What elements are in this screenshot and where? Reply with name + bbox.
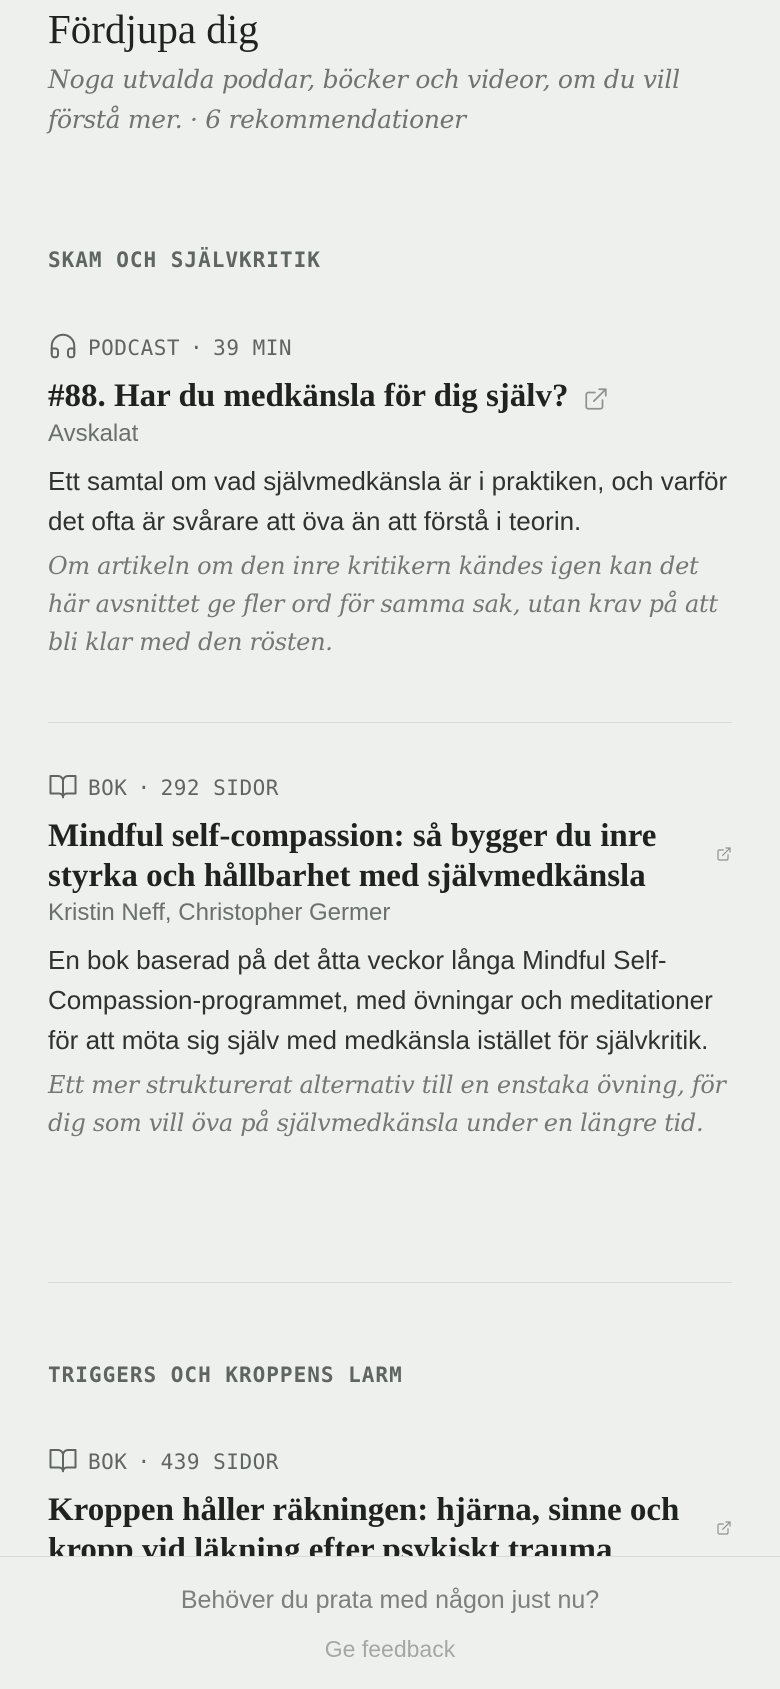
item-meta: PODCAST · 39 MIN [48, 332, 732, 364]
item-length: 439 SIDOR [160, 1450, 279, 1474]
external-link-icon[interactable] [716, 846, 732, 867]
recommendation-card: PODCAST · 39 MIN #88. Har du medkänsla f… [48, 332, 732, 661]
book-icon [48, 771, 88, 806]
external-link-icon[interactable] [583, 386, 609, 417]
external-link-icon[interactable] [716, 1520, 732, 1541]
recommendation-card: BOK · 439 SIDOR Kroppen håller räkningen… [48, 1446, 732, 1570]
item-kind: BOK [88, 776, 128, 800]
page-title: Fördjupa dig [48, 6, 259, 52]
item-description: Ett samtal om vad självmedkänsla är i pr… [48, 466, 728, 537]
item-meta: BOK · 292 SIDOR [48, 772, 732, 804]
item-title[interactable]: Mindful self-compassion: så bygger du in… [48, 816, 688, 896]
headphones-icon [48, 331, 88, 366]
item-kind: PODCAST [88, 336, 181, 360]
help-footer: Behöver du prata med någon just nu? Ge f… [0, 1556, 780, 1689]
help-link[interactable]: Behöver du prata med någon just nu? [0, 1583, 780, 1617]
item-title[interactable]: #88. Har du medkänsla för dig själv? [48, 378, 568, 414]
meta-separator: · [137, 776, 151, 800]
item-note: Om artikeln om den inre kritikern kändes… [48, 552, 718, 657]
item-description: En bok baserad på det åtta veckor långa … [48, 945, 713, 1055]
item-author: Kristin Neff, Christopher Germer [48, 899, 391, 926]
recommendation-card: BOK · 292 SIDOR Mindful self-compassion:… [48, 772, 732, 1142]
item-length: 39 MIN [213, 336, 293, 360]
book-icon [48, 1445, 88, 1480]
item-title-link[interactable]: Mindful self-compassion: så bygger du in… [48, 816, 732, 896]
section-label-shame: SKAM OCH SJÄLVKRITIK [48, 248, 321, 272]
feedback-button[interactable]: Ge feedback [319, 1633, 461, 1665]
item-author: Avskalat [48, 420, 139, 448]
item-length: 292 SIDOR [160, 776, 279, 800]
item-note: Ett mer strukturerat alternativ till en … [48, 1071, 726, 1137]
item-kind: BOK [88, 1450, 128, 1474]
meta-separator: · [137, 1450, 151, 1474]
item-title-link[interactable]: #88. Har du medkänsla för dig själv? [48, 376, 732, 417]
item-meta: BOK · 439 SIDOR [48, 1446, 732, 1478]
divider [48, 722, 732, 723]
meta-separator: · [190, 336, 204, 360]
page-subtitle: Noga utvalda poddar, böcker och videor, … [48, 65, 680, 134]
section-label-triggers: TRIGGERS OCH KROPPENS LARM [48, 1363, 403, 1387]
divider [48, 1282, 732, 1283]
